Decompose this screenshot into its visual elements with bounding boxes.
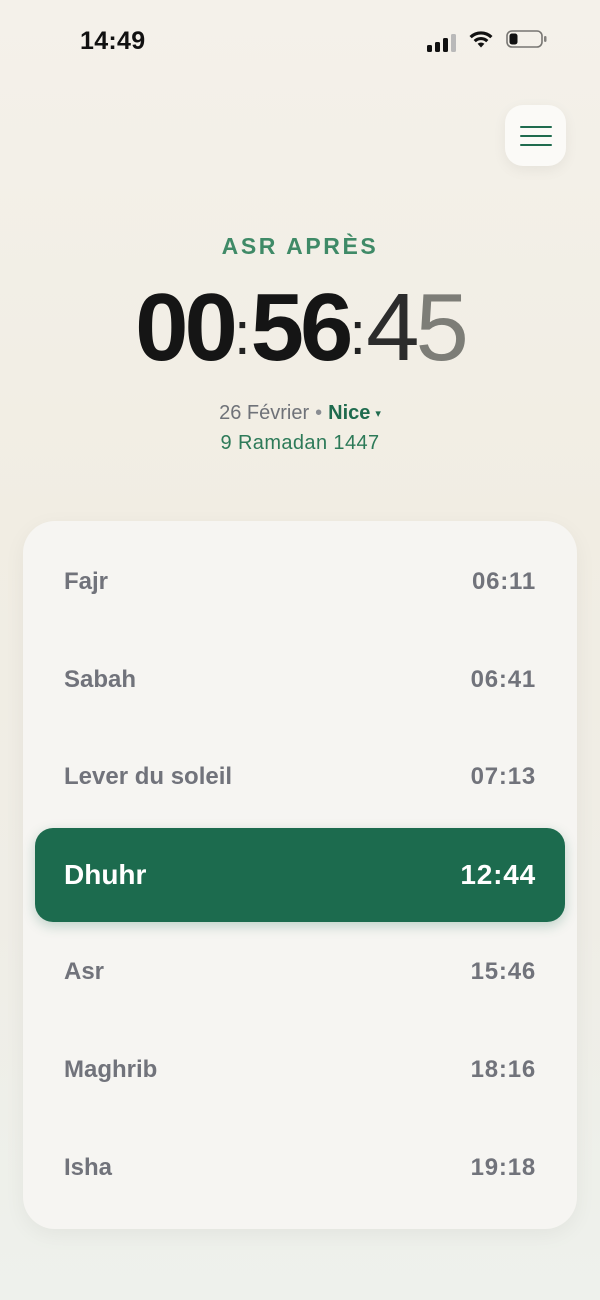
prayer-time: 06:41: [470, 666, 536, 693]
prayer-time: 12:44: [460, 859, 536, 890]
prayer-times-card: Fajr 06:11 Sabah 06:41 Lever du soleil 07:13 D…: [23, 521, 577, 1229]
prayer-row-fajr[interactable]: Fajr 06:11: [35, 535, 565, 629]
city-name: Nice: [328, 402, 371, 424]
countdown-hours: 00: [135, 274, 238, 381]
prayer-name: Lever du soleil: [64, 763, 233, 790]
date-separator-dot: •: [315, 402, 323, 424]
prayer-name: Isha: [64, 1154, 113, 1181]
status-time: 14:49: [80, 27, 146, 55]
prayer-time: 18:16: [470, 1056, 536, 1083]
menu-button[interactable]: [505, 105, 566, 166]
prayer-row-maghrib[interactable]: Maghrib 18:16: [35, 1023, 565, 1117]
countdown-seconds-transition-digit: 5: [415, 274, 468, 381]
hijri-date: 9 Ramadan 1447: [220, 432, 380, 454]
prayer-row-isha[interactable]: Isha 19:18: [35, 1121, 565, 1215]
city-selector[interactable]: Nice ▾: [328, 402, 381, 424]
countdown-separator: :: [233, 300, 251, 367]
countdown-timer: 00:56:45: [0, 278, 600, 390]
chevron-down-icon: ▾: [375, 408, 381, 420]
cellular-signal-icon: [427, 32, 456, 52]
next-prayer-label: ASR APRÈS: [221, 233, 379, 259]
status-bar: 14:49: [0, 0, 600, 80]
prayer-time: 06:11: [471, 568, 536, 595]
prayer-time: 15:46: [470, 958, 536, 985]
prayer-name: Dhuhr: [64, 859, 147, 890]
battery-icon: [506, 29, 548, 54]
prayer-row-dhuhr[interactable]: Dhuhr 12:44: [35, 828, 565, 922]
date-line: 26 Février • Nice ▾: [0, 402, 600, 425]
countdown-separator: :: [349, 300, 367, 367]
prayer-name: Asr: [64, 958, 105, 985]
prayer-row-asr[interactable]: Asr 15:46: [35, 925, 565, 1019]
gregorian-date: 26 Février: [219, 402, 310, 424]
prayer-time: 07:13: [470, 763, 536, 790]
prayer-name: Maghrib: [64, 1056, 158, 1083]
countdown-seconds-digit: 4: [366, 274, 419, 381]
prayer-row-sabah[interactable]: Sabah 06:41: [35, 633, 565, 727]
prayer-name: Sabah: [64, 666, 137, 693]
prayer-name: Fajr: [64, 568, 109, 595]
hamburger-menu-icon: [519, 125, 552, 146]
wifi-icon: [468, 29, 494, 54]
countdown-minutes: 56: [250, 274, 354, 381]
prayer-time: 19:18: [470, 1154, 536, 1181]
prayer-row-lever-du-soleil[interactable]: Lever du soleil 07:13: [35, 730, 565, 824]
status-icons: [427, 29, 548, 54]
